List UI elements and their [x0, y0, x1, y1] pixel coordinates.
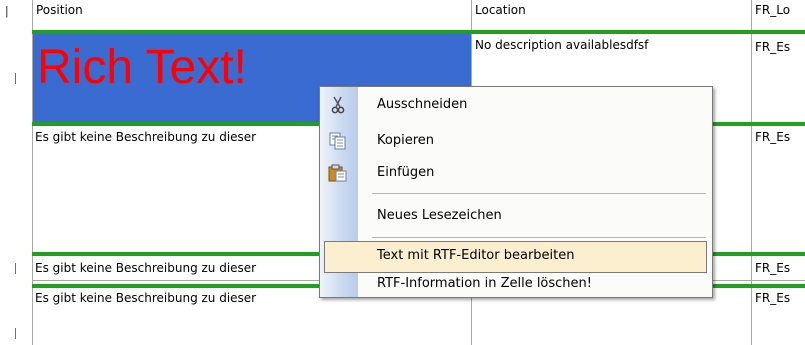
- fr-cell[interactable]: FR_Es: [755, 290, 805, 306]
- location-cell[interactable]: No description availablesdfsf: [475, 37, 751, 53]
- menu-item-paste[interactable]: Einfügen: [320, 158, 712, 188]
- row-marker: [15, 263, 16, 274]
- paste-icon: [328, 164, 348, 182]
- copy-icon: [328, 132, 348, 150]
- menu-item-label: Text mit RTF-Editor bearbeiten: [377, 248, 575, 263]
- column-header-row: ǀ Position Location FR_Lo: [0, 0, 805, 30]
- menu-item-new-bookmark[interactable]: Neues Lesezeichen: [320, 201, 712, 231]
- row-marker: [15, 73, 16, 84]
- menu-item-label: Einfügen: [377, 165, 435, 180]
- fr-cell[interactable]: FR_Es: [755, 129, 805, 145]
- menu-separator: [372, 193, 706, 194]
- fr-cell[interactable]: FR_Es: [755, 39, 805, 55]
- position-cell[interactable]: Es gibt keine Beschreibung zu dieser: [35, 129, 319, 145]
- menu-item-copy[interactable]: Kopieren: [320, 126, 712, 156]
- menu-item-label: Kopieren: [377, 133, 434, 148]
- fr-cell[interactable]: FR_Es: [755, 260, 805, 276]
- position-cell[interactable]: Es gibt keine Beschreibung zu dieser: [35, 260, 319, 276]
- row-marker: [15, 328, 16, 339]
- menu-separator: [372, 237, 706, 238]
- menu-item-cut[interactable]: Ausschneiden: [320, 90, 712, 120]
- scissors-icon: [328, 96, 348, 114]
- column-header-position[interactable]: Position: [36, 2, 83, 30]
- menu-item-label: RTF-Information in Zelle löschen!: [377, 276, 592, 291]
- menu-item-delete-rtf[interactable]: RTF-Information in Zelle löschen!: [320, 269, 712, 299]
- column-header-fr[interactable]: FR_Lo: [755, 2, 790, 30]
- position-cell[interactable]: Es gibt keine Beschreibung zu dieser: [35, 290, 319, 306]
- menu-item-label: Neues Lesezeichen: [377, 208, 502, 223]
- menu-item-label: Ausschneiden: [377, 97, 468, 112]
- column-header-location[interactable]: Location: [475, 2, 526, 30]
- context-menu: Ausschneiden Kopieren Einfügen Neues Les…: [319, 86, 713, 298]
- row-header-corner: ǀ: [5, 4, 9, 18]
- rich-text-content: Rich Text!: [37, 41, 247, 94]
